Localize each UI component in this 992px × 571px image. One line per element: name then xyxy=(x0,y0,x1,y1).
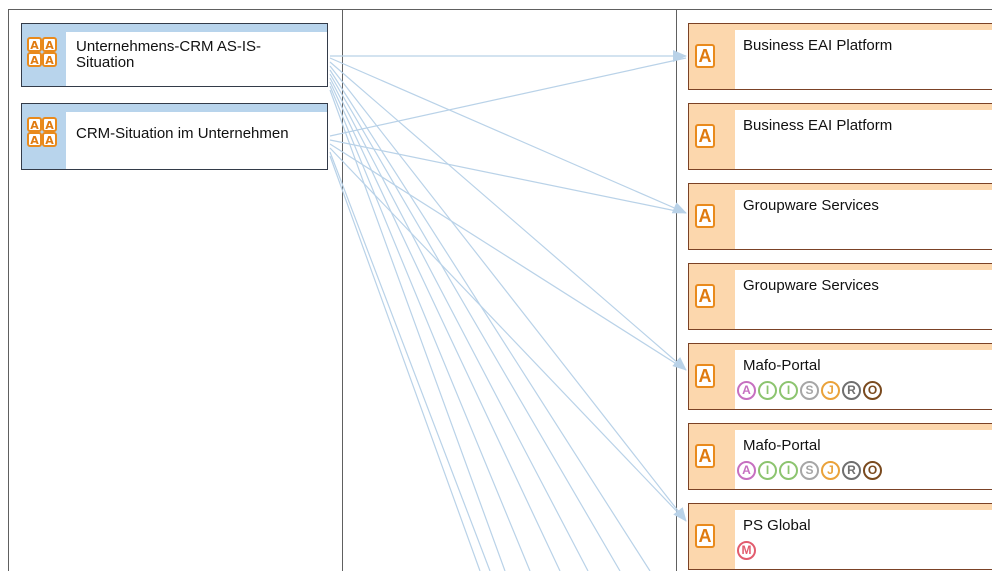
source-node-label: Unternehmens-CRM AS-IS-Situation xyxy=(76,38,262,71)
target-node-band xyxy=(689,104,992,110)
svg-text:A: A xyxy=(30,54,39,67)
target-node-label: Mafo-Portal xyxy=(743,437,821,454)
attribute-badge-a: A xyxy=(737,381,756,400)
target-node-1[interactable]: A Business EAI Platform xyxy=(688,23,992,90)
target-node-band xyxy=(689,184,992,190)
target-node-label: Mafo-Portal xyxy=(743,357,821,374)
application-icon: A xyxy=(695,44,715,68)
application-group-icon: A A A A xyxy=(27,37,57,67)
target-node-label: Groupware Services xyxy=(743,277,879,294)
source-node-label: CRM-Situation im Unternehmen xyxy=(76,125,289,142)
attribute-badge-i: I xyxy=(758,461,777,480)
target-node-label: PS Global xyxy=(743,517,811,534)
source-node-band xyxy=(22,104,327,112)
svg-text:A: A xyxy=(30,134,39,147)
target-node-4[interactable]: A Groupware Services xyxy=(688,263,992,330)
target-node-band xyxy=(689,24,992,30)
svg-text:A: A xyxy=(45,119,54,132)
target-node-label: Business EAI Platform xyxy=(743,117,893,134)
target-node-band xyxy=(689,264,992,270)
svg-text:A: A xyxy=(45,134,54,147)
attribute-badge-i: I xyxy=(758,381,777,400)
source-node-band xyxy=(22,24,327,32)
attribute-badge-j: J xyxy=(821,461,840,480)
application-icon: A xyxy=(695,364,715,388)
target-node-3[interactable]: A Groupware Services xyxy=(688,183,992,250)
attribute-badge-r: R xyxy=(842,381,861,400)
svg-text:A: A xyxy=(45,54,54,67)
application-icon: A xyxy=(695,524,715,548)
application-icon: A xyxy=(695,204,715,228)
svg-text:A: A xyxy=(45,39,54,52)
attribute-badge-s: S xyxy=(800,381,819,400)
badge-row: M xyxy=(737,541,758,560)
column-divider-left xyxy=(342,9,343,571)
attribute-badge-s: S xyxy=(800,461,819,480)
attribute-badge-r: R xyxy=(842,461,861,480)
attribute-badge-o: O xyxy=(863,461,882,480)
target-node-label: Groupware Services xyxy=(743,197,879,214)
application-icon: A xyxy=(695,444,715,468)
svg-text:A: A xyxy=(30,39,39,52)
svg-text:A: A xyxy=(30,119,39,132)
source-node-2[interactable]: A A A A CRM-Situation im Unternehmen xyxy=(21,103,328,170)
target-node-band xyxy=(689,504,992,510)
target-node-5[interactable]: A Mafo-Portal AIISJRO xyxy=(688,343,992,410)
application-icon: A xyxy=(695,124,715,148)
attribute-badge-o: O xyxy=(863,381,882,400)
source-node-1[interactable]: A A A A Unternehmens-CRM AS-IS-Situation xyxy=(21,23,328,87)
application-group-icon: A A A A xyxy=(27,117,57,147)
attribute-badge-j: J xyxy=(821,381,840,400)
attribute-badge-i: I xyxy=(779,381,798,400)
attribute-badge-a: A xyxy=(737,461,756,480)
target-node-label: Business EAI Platform xyxy=(743,37,893,54)
badge-row: AIISJRO xyxy=(737,461,884,480)
target-node-2[interactable]: A Business EAI Platform xyxy=(688,103,992,170)
application-icon: A xyxy=(695,284,715,308)
target-node-6[interactable]: A Mafo-Portal AIISJRO xyxy=(688,423,992,490)
target-node-band xyxy=(689,344,992,350)
attribute-badge-m: M xyxy=(737,541,756,560)
badge-row: AIISJRO xyxy=(737,381,884,400)
attribute-badge-i: I xyxy=(779,461,798,480)
column-divider-right xyxy=(676,9,677,571)
target-node-band xyxy=(689,424,992,430)
target-node-7[interactable]: A PS Global M xyxy=(688,503,992,570)
